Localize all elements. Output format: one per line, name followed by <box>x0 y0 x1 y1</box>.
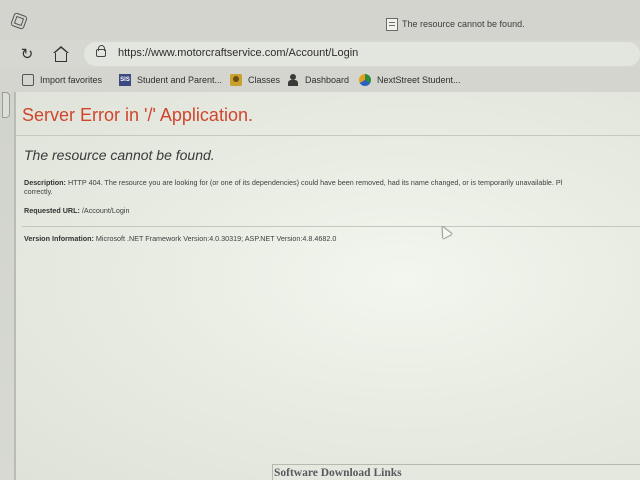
version-divider <box>22 226 640 227</box>
error-title: Server Error in '/' Application. <box>22 105 253 125</box>
workspaces-icon[interactable] <box>10 12 28 30</box>
description-label: Description: <box>24 178 66 187</box>
title-bar: The resource cannot be found. <box>0 0 640 40</box>
favorite-label: Import favorites <box>40 75 103 85</box>
sis-icon: SIS <box>119 74 131 86</box>
address-bar[interactable]: https://www.motorcraftservice.com/Accoun… <box>84 42 640 66</box>
favorite-nextstreet[interactable]: NextStreet Student... <box>359 73 461 87</box>
download-links-title[interactable]: Software Download Links <box>274 467 402 479</box>
description-text: HTTP 404. The resource you are looking f… <box>67 178 563 187</box>
software-download-section: Software Download Links <box>272 464 640 480</box>
version-label: Version Information: <box>24 234 94 243</box>
lock-icon[interactable] <box>96 45 106 57</box>
page-favicon-icon <box>386 18 398 31</box>
version-value: Microsoft .NET Framework Version:4.0.303… <box>95 234 337 243</box>
import-icon <box>22 74 34 86</box>
home-icon[interactable] <box>50 43 72 65</box>
url-text[interactable]: https://www.motorcraftservice.com/Accoun… <box>118 47 358 59</box>
favorite-import[interactable]: Import favorites <box>22 73 102 87</box>
page-content: Server Error in '/' Application. The res… <box>14 92 640 480</box>
favorite-classes[interactable]: Classes <box>230 73 280 87</box>
favorites-bar: Import favorites SIS Student and Parent.… <box>0 68 640 92</box>
requested-url-value: /Account/Login <box>81 206 130 215</box>
dashboard-icon <box>287 74 299 86</box>
version-information: Version Information: Microsoft .NET Fram… <box>24 234 336 243</box>
requested-url: Requested URL: /Account/Login <box>24 206 129 215</box>
favorite-label: Dashboard <box>305 75 350 85</box>
navigation-bar: ↻ https://www.motorcraftservice.com/Acco… <box>0 40 640 68</box>
favorite-label: Student and Parent... <box>137 75 223 85</box>
favorite-label: NextStreet Student... <box>377 75 461 85</box>
error-subtitle: The resource cannot be found. <box>24 147 215 163</box>
classes-icon <box>230 74 242 86</box>
nextstreet-icon <box>359 74 371 86</box>
favorite-student-parent[interactable]: SIS Student and Parent... <box>119 73 222 87</box>
browser-screen: The resource cannot be found. ↻ https://… <box>0 0 640 480</box>
description-continuation: correctly. <box>24 187 53 196</box>
refresh-icon[interactable]: ↻ <box>16 43 38 65</box>
favorite-label: Classes <box>248 75 281 85</box>
side-panel-handle[interactable] <box>2 92 10 118</box>
error-description: Description: HTTP 404. The resource you … <box>24 178 640 196</box>
requested-url-label: Requested URL: <box>24 206 80 215</box>
title-divider <box>16 135 640 136</box>
favorite-dashboard[interactable]: Dashboard <box>287 73 349 87</box>
tab-title[interactable]: The resource cannot be found. <box>402 19 525 29</box>
